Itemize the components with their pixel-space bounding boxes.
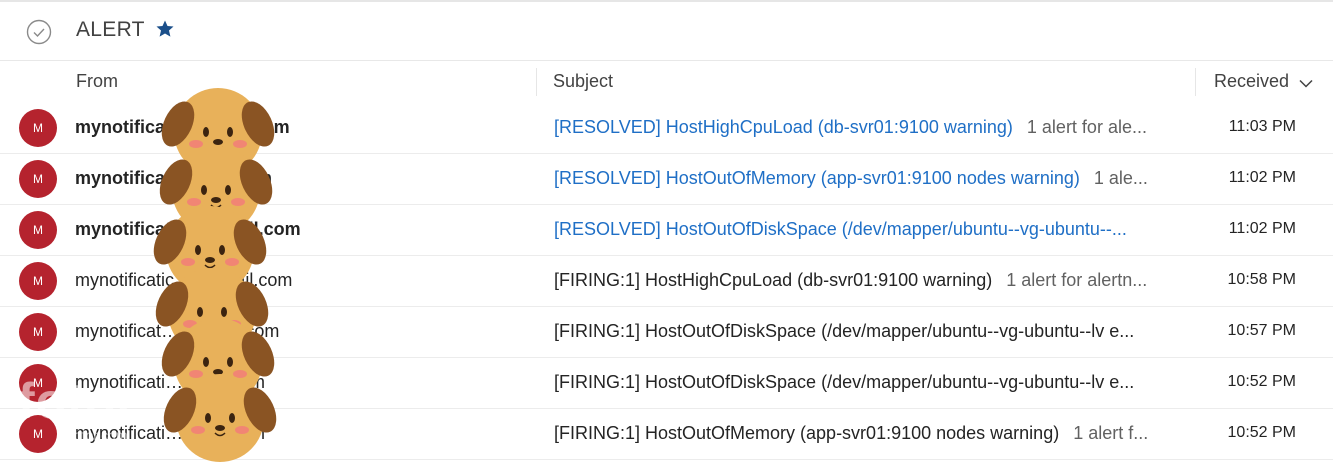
subject-text: [RESOLVED] HostOutOfDiskSpace (/dev/mapp… [554, 219, 1127, 239]
sender-address: mynotificat…@gmail.com [75, 321, 280, 341]
sender-avatar: M [19, 160, 57, 198]
message-subject: [RESOLVED] HostOutOfDiskSpace (/dev/mapp… [554, 219, 1182, 240]
subject-text: [FIRING:1] HostOutOfDiskSpace (/dev/mapp… [554, 321, 1135, 341]
column-headers: From Subject Received [0, 60, 1333, 104]
select-all-checkbox-icon[interactable] [26, 19, 52, 45]
subject-text: [FIRING:1] HostOutOfMemory (app-svr01:91… [554, 423, 1060, 443]
column-header-from[interactable]: From [76, 71, 118, 92]
message-preview: 1 alert for ale... [1026, 117, 1147, 137]
subject-text: [RESOLVED] HostHighCpuLoad (db-svr01:910… [554, 117, 1013, 137]
received-time: 10:57 PM [1227, 322, 1296, 339]
message-subject: [FIRING:1] HostOutOfDiskSpace (/dev/mapp… [554, 372, 1182, 393]
message-preview: 1 alert f... [1073, 423, 1149, 443]
message-list: M mynotifica…@gmail.com [RESOLVED] HostH… [0, 103, 1333, 460]
message-row[interactable]: M mynotificati…@gmail.com [RESOLVED] Hos… [0, 205, 1333, 256]
message-subject: [FIRING:1] HostOutOfDiskSpace (/dev/mapp… [554, 321, 1182, 342]
watermark-logo: fotor [18, 373, 137, 429]
folder-title: ALERT [76, 18, 145, 41]
received-time: 10:52 PM [1227, 424, 1296, 441]
message-subject: [FIRING:1] HostOutOfMemory (app-svr01:91… [554, 423, 1182, 444]
message-row[interactable]: M mynotificati…gmail.com [FIRING:1] Host… [0, 358, 1333, 409]
received-time: 11:02 PM [1228, 169, 1296, 186]
folder-header: ALERT [0, 2, 1333, 61]
received-time: 10:52 PM [1227, 373, 1296, 390]
subject-text: [FIRING:1] HostHighCpuLoad (db-svr01:910… [554, 270, 993, 290]
column-header-subject[interactable]: Subject [553, 71, 613, 92]
sender-avatar: M [19, 262, 57, 300]
sender-address: mynotifica…gmail.com [75, 168, 273, 188]
watermark-site: fotor.com [70, 427, 128, 443]
message-row[interactable]: M mynotifica…@gmail.com [RESOLVED] HostH… [0, 103, 1333, 154]
message-subject: [RESOLVED] HostOutOfMemory (app-svr01:91… [554, 168, 1182, 189]
sender-avatar: M [19, 109, 57, 147]
column-divider[interactable] [1195, 68, 1196, 96]
message-row[interactable]: M mynotificatic…@gmail.com [FIRING:1] Ho… [0, 256, 1333, 307]
message-subject: [FIRING:1] HostHighCpuLoad (db-svr01:910… [554, 270, 1182, 291]
message-row[interactable]: M mynotificat…@gmail.com [FIRING:1] Host… [0, 307, 1333, 358]
message-row[interactable]: M mynotificati…gmail.com [FIRING:1] Host… [0, 409, 1333, 460]
column-header-received[interactable]: Received [1214, 71, 1289, 92]
subject-text: [FIRING:1] HostOutOfDiskSpace (/dev/mapp… [554, 372, 1135, 392]
sender-avatar: M [19, 211, 57, 249]
received-time: 11:02 PM [1228, 220, 1296, 237]
message-subject: [RESOLVED] HostHighCpuLoad (db-svr01:910… [554, 117, 1182, 138]
message-preview: 1 alert for alertn... [1006, 270, 1148, 290]
sender-address: mynotifica…@gmail.com [75, 117, 290, 137]
sender-address: mynotificatic…@gmail.com [75, 270, 293, 290]
sender-avatar: M [19, 313, 57, 351]
sort-chevron-down-icon[interactable] [1299, 79, 1313, 88]
subject-text: [RESOLVED] HostOutOfMemory (app-svr01:91… [554, 168, 1080, 188]
sender-address: mynotificati…@gmail.com [75, 219, 301, 239]
column-divider[interactable] [536, 68, 537, 96]
favorite-star-icon[interactable] [155, 19, 175, 39]
message-preview: 1 ale... [1093, 168, 1148, 188]
received-time: 11:03 PM [1228, 118, 1296, 135]
received-time: 10:58 PM [1227, 271, 1296, 288]
message-row[interactable]: M mynotifica…gmail.com [RESOLVED] HostOu… [0, 154, 1333, 205]
